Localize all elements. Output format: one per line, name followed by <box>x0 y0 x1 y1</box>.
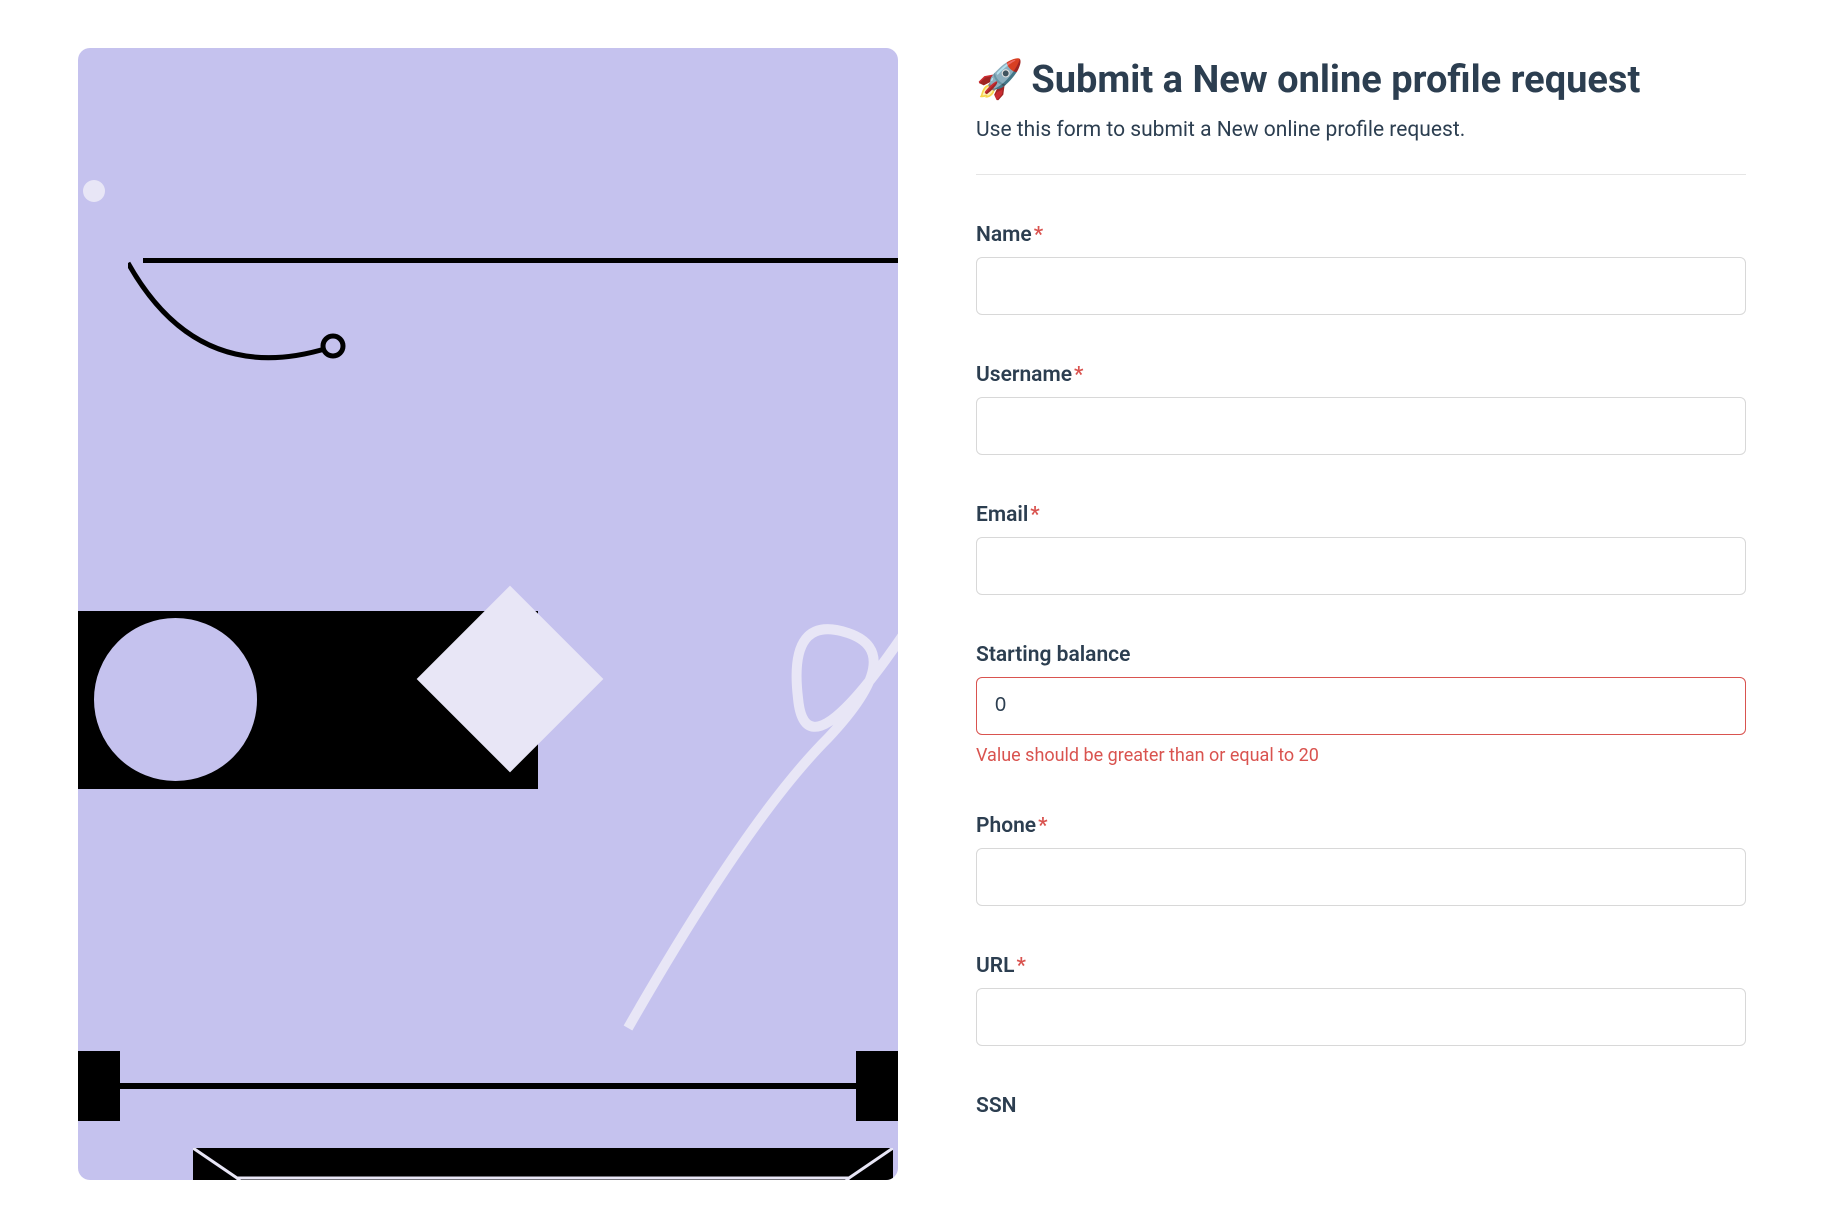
decorative-barbell-right <box>856 1051 898 1121</box>
field-group-username: Username* <box>976 363 1746 455</box>
rocket-icon: 🚀 <box>976 58 1023 102</box>
field-group-starting-balance: Starting balance Value should be greater… <box>976 643 1746 766</box>
url-label: URL* <box>976 954 1746 978</box>
page-container: 🚀Submit a New online profile request Use… <box>0 0 1838 1228</box>
form-panel: 🚀Submit a New online profile request Use… <box>976 48 1746 1180</box>
decorative-3d-box <box>193 1148 893 1180</box>
decorative-barbell-left <box>78 1051 120 1121</box>
phone-label-text: Phone <box>976 814 1036 838</box>
name-label: Name* <box>976 223 1746 247</box>
form-title: 🚀Submit a New online profile request <box>976 58 1746 104</box>
url-label-text: URL <box>976 954 1014 978</box>
ssn-label: SSN <box>976 1094 1746 1118</box>
required-asterisk: * <box>1038 814 1047 838</box>
name-label-text: Name <box>976 223 1032 247</box>
field-group-url: URL* <box>976 954 1746 1046</box>
required-asterisk: * <box>1034 223 1043 247</box>
url-input[interactable] <box>976 988 1746 1046</box>
email-label-text: Email <box>976 503 1028 527</box>
phone-label: Phone* <box>976 814 1746 838</box>
field-group-email: Email* <box>976 503 1746 595</box>
phone-input[interactable] <box>976 848 1746 906</box>
name-input[interactable] <box>976 257 1746 315</box>
field-group-name: Name* <box>976 223 1746 315</box>
starting-balance-label: Starting balance <box>976 643 1746 667</box>
decorative-arrow-circle <box>88 612 263 787</box>
required-asterisk: * <box>1016 954 1025 978</box>
illustration-panel <box>78 48 898 1180</box>
starting-balance-label-text: Starting balance <box>976 643 1130 667</box>
starting-balance-error: Value should be greater than or equal to… <box>976 745 1746 766</box>
email-label: Email* <box>976 503 1746 527</box>
username-input[interactable] <box>976 397 1746 455</box>
ssn-label-text: SSN <box>976 1094 1017 1118</box>
required-asterisk: * <box>1074 363 1083 387</box>
username-label: Username* <box>976 363 1746 387</box>
form-subtitle: Use this form to submit a New online pro… <box>976 118 1746 142</box>
decorative-dot <box>83 180 105 202</box>
decorative-swirl <box>548 438 898 1038</box>
email-input[interactable] <box>976 537 1746 595</box>
required-asterisk: * <box>1030 503 1039 527</box>
form-title-text: Submit a New online profile request <box>1031 58 1640 102</box>
field-group-ssn: SSN <box>976 1094 1746 1118</box>
starting-balance-input[interactable] <box>976 677 1746 735</box>
decorative-curve <box>128 258 388 398</box>
username-label-text: Username <box>976 363 1072 387</box>
decorative-barbell-line <box>78 1083 898 1089</box>
form-divider <box>976 174 1746 175</box>
field-group-phone: Phone* <box>976 814 1746 906</box>
